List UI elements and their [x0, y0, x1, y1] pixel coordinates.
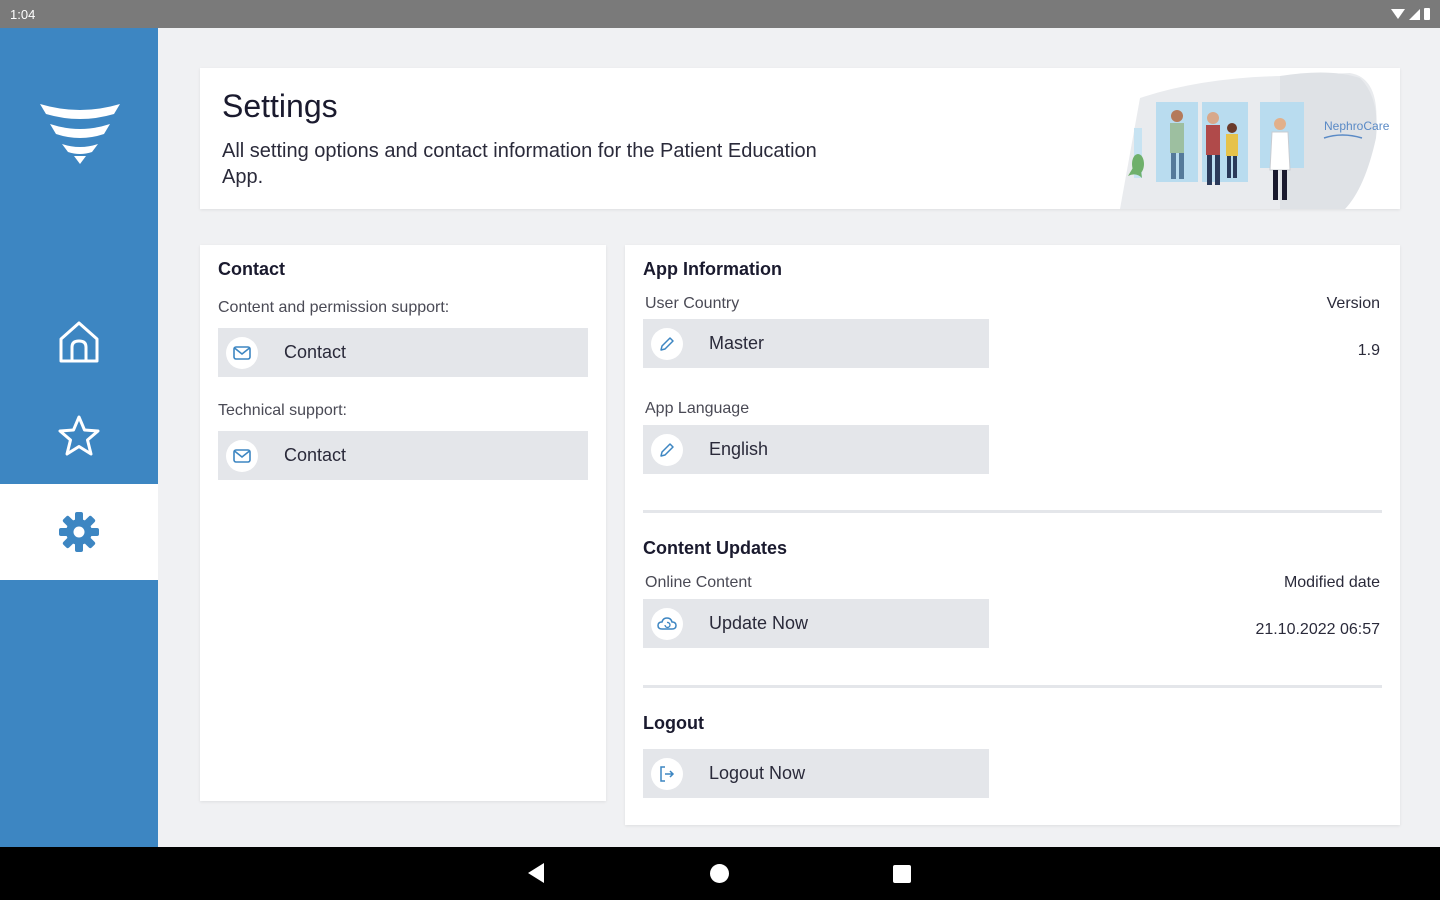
status-time: 1:04 — [10, 6, 36, 22]
technical-contact-button[interactable]: Contact — [218, 431, 588, 480]
content-updates-title: Content Updates — [643, 538, 787, 558]
mail-icon — [226, 439, 258, 472]
contact-title: Contact — [218, 259, 285, 279]
sidebar-item-favorites[interactable] — [0, 388, 158, 484]
pencil-icon — [651, 327, 683, 360]
app-language-button[interactable]: English — [643, 425, 989, 474]
divider — [643, 685, 1382, 688]
status-bar: 1:04 — [0, 0, 1440, 28]
update-now-button[interactable]: Update Now — [643, 599, 989, 648]
app-info-title: App Information — [643, 259, 782, 279]
home-icon — [59, 321, 99, 363]
main-content: Settings All setting options and contact… — [158, 28, 1440, 847]
user-country-value: Master — [709, 333, 765, 353]
sidebar-item-home[interactable] — [0, 294, 158, 390]
status-icons — [1391, 8, 1430, 20]
page-title: Settings — [222, 88, 338, 124]
logout-icon — [651, 757, 683, 790]
app-language-value: English — [709, 439, 769, 459]
page-subtitle: All setting options and contact informat… — [222, 140, 817, 188]
version-value: 1.9 — [1357, 342, 1380, 359]
modified-date-label: Modified date — [1283, 574, 1380, 591]
content-support-label: Content and permission support: — [218, 299, 450, 316]
modified-date-value: 21.10.2022 06:57 — [1255, 621, 1380, 638]
content-contact-button[interactable]: Contact — [218, 328, 588, 377]
recent-apps-icon[interactable] — [893, 865, 911, 883]
header-illustration: NephroCare — [1120, 72, 1390, 209]
pencil-icon — [651, 433, 683, 466]
app-logo — [40, 104, 120, 164]
update-now-label: Update Now — [709, 613, 809, 633]
back-icon[interactable] — [528, 863, 544, 883]
system-nav-bar — [0, 847, 1440, 900]
star-icon — [58, 415, 100, 456]
mail-icon — [226, 336, 258, 369]
content-contact-label: Contact — [284, 342, 347, 362]
logout-label: Logout Now — [709, 763, 806, 783]
logout-title: Logout — [643, 713, 704, 733]
sidebar-item-settings[interactable] — [0, 484, 158, 580]
header-card: Settings All setting options and contact… — [200, 68, 1400, 209]
app-info-card: App Information User Country Version Mas… — [625, 245, 1400, 825]
user-country-label: User Country — [645, 295, 740, 312]
version-label: Version — [1326, 295, 1380, 312]
wifi-icon — [1391, 9, 1405, 19]
technical-support-label: Technical support: — [218, 402, 347, 419]
cloud-sync-icon — [651, 607, 683, 640]
illustration-brand: NephroCare — [1324, 119, 1390, 133]
technical-contact-label: Contact — [284, 445, 347, 465]
user-country-button[interactable]: Master — [643, 319, 989, 368]
gear-icon — [59, 512, 99, 552]
home-button-icon[interactable] — [710, 864, 729, 883]
battery-icon — [1424, 8, 1430, 20]
contact-card: Contact Content and permission support: … — [200, 245, 606, 801]
logout-button[interactable]: Logout Now — [643, 749, 989, 798]
app-language-label: App Language — [645, 400, 750, 417]
signal-icon — [1409, 8, 1420, 20]
sidebar — [0, 28, 158, 847]
divider — [643, 510, 1382, 513]
online-content-label: Online Content — [645, 574, 752, 591]
